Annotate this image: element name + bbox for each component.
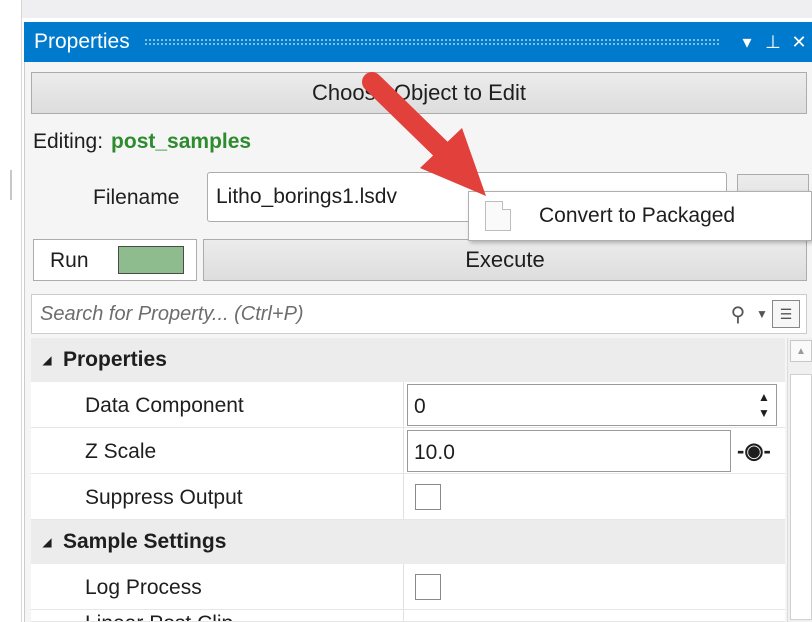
- log-process-checkbox[interactable]: [415, 574, 441, 600]
- outer-top-strip: [0, 0, 812, 18]
- properties-panel: Choose Object to Edit Editing: post_sampl…: [24, 62, 812, 622]
- property-row-z-scale[interactable]: Z Scale 10.0 -◉-: [31, 428, 785, 474]
- window-position-dropdown-icon[interactable]: ▾: [734, 32, 760, 53]
- run-toggle[interactable]: Run: [33, 239, 197, 281]
- pin-icon[interactable]: ⊥: [760, 32, 786, 53]
- property-grid: ◢ Properties Data Component 0 ▲ ▼ Z Scale…: [31, 338, 785, 622]
- category-label: Sample Settings: [63, 530, 227, 553]
- z-scale-input[interactable]: 10.0: [407, 430, 731, 472]
- search-icon[interactable]: ⚲: [724, 302, 752, 327]
- property-row-log-process[interactable]: Log Process: [31, 564, 785, 610]
- left-splitter[interactable]: [0, 170, 12, 200]
- category-properties[interactable]: ◢ Properties: [31, 338, 785, 382]
- run-status-swatch[interactable]: [118, 246, 184, 274]
- property-name: Suppress Output: [85, 486, 243, 509]
- property-pages-icon[interactable]: ☰: [772, 300, 800, 328]
- collapse-triangle-icon[interactable]: ◢: [31, 535, 63, 549]
- app-frame: Properties ▾ ⊥ ✕ Choose Object to Edit E…: [0, 0, 812, 622]
- column-divider[interactable]: [403, 428, 404, 473]
- property-name: Z Scale: [85, 440, 157, 463]
- category-sample-settings[interactable]: ◢ Sample Settings: [31, 520, 785, 564]
- property-row-suppress-output[interactable]: Suppress Output: [31, 474, 785, 520]
- editing-prefix: Editing:: [33, 130, 104, 153]
- column-divider[interactable]: [403, 474, 404, 519]
- panel-title: Properties: [34, 30, 130, 53]
- run-label: Run: [50, 249, 89, 272]
- outer-left-strip: [0, 0, 22, 622]
- property-search-box[interactable]: Search for Property... (Ctrl+P) ⚲ ▼ ☰: [31, 294, 807, 334]
- property-name: Data Component: [85, 394, 244, 417]
- data-component-spinner[interactable]: 0 ▲ ▼: [407, 384, 777, 426]
- property-row-linear-post-clip[interactable]: Linear Post Clip: [31, 610, 785, 622]
- suppress-output-checkbox[interactable]: [415, 484, 441, 510]
- property-name: Linear Post Clip: [85, 612, 233, 621]
- execute-button[interactable]: Execute: [203, 239, 807, 281]
- editing-line: Editing: post_samples: [33, 130, 251, 154]
- grid-scrollbar[interactable]: ▲: [787, 338, 812, 622]
- scroll-up-icon[interactable]: ▲: [790, 340, 812, 362]
- filename-label: Filename: [93, 186, 180, 209]
- editing-object-name: post_samples: [111, 130, 252, 153]
- search-dropdown-icon[interactable]: ▼: [752, 307, 772, 321]
- scroll-thumb[interactable]: [790, 374, 812, 620]
- document-icon: [485, 201, 511, 231]
- category-label: Properties: [63, 348, 167, 371]
- spinner-arrows-icon[interactable]: ▲ ▼: [756, 389, 772, 421]
- collapse-triangle-icon[interactable]: ◢: [31, 353, 63, 367]
- column-divider[interactable]: [403, 610, 404, 621]
- close-icon[interactable]: ✕: [786, 32, 812, 53]
- choose-object-button[interactable]: Choose Object to Edit: [31, 72, 807, 114]
- titlebar-grip[interactable]: [143, 38, 720, 46]
- column-divider[interactable]: [403, 382, 404, 427]
- property-name: Log Process: [85, 576, 202, 599]
- property-row-data-component[interactable]: Data Component 0 ▲ ▼: [31, 382, 785, 428]
- slider-icon[interactable]: -◉-: [737, 438, 771, 464]
- data-component-value: 0: [414, 395, 426, 418]
- context-menu: Convert to Packaged: [468, 191, 812, 241]
- search-input[interactable]: Search for Property... (Ctrl+P): [32, 303, 724, 326]
- column-divider[interactable]: [403, 564, 404, 609]
- properties-titlebar: Properties ▾ ⊥ ✕: [24, 22, 812, 62]
- convert-to-packaged-item[interactable]: Convert to Packaged: [539, 204, 735, 228]
